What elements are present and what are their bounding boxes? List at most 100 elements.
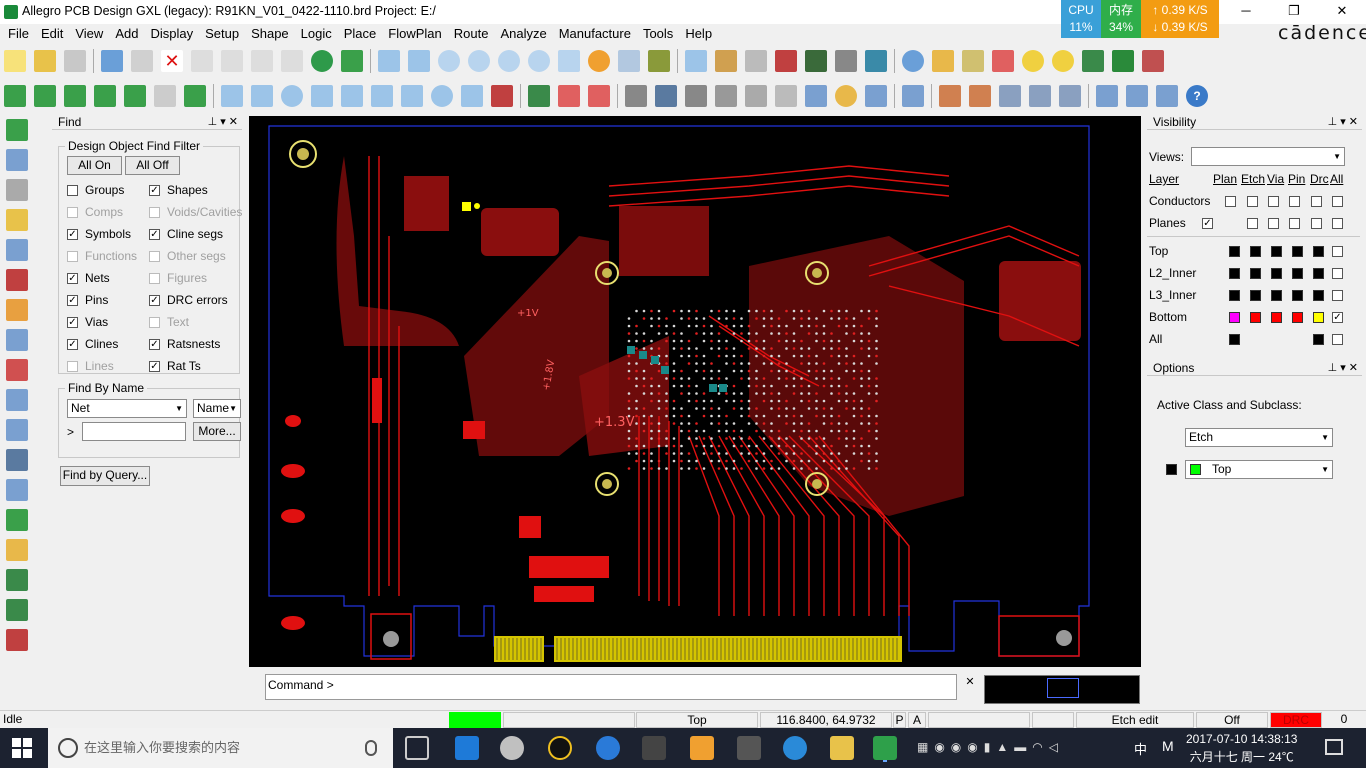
ruler-123-icon[interactable] [962,50,984,72]
grid-icon[interactable] [685,50,707,72]
views-select[interactable] [1191,147,1345,166]
zoom-world-icon[interactable] [558,50,580,72]
color-icon[interactable] [715,50,737,72]
maximize-button[interactable]: ❐ [1270,0,1318,22]
hide-rats-icon[interactable] [6,629,28,651]
report-icon[interactable] [939,85,961,107]
delay-tune-icon[interactable] [6,239,28,261]
world-view-minimap[interactable] [984,675,1140,704]
layer-1-icon[interactable] [4,85,26,107]
command-input[interactable]: Command > [265,674,957,700]
constraint-manager-icon[interactable] [865,50,887,72]
spread-icon[interactable] [6,329,28,351]
vis-group-checkbox[interactable] [1289,196,1300,207]
find-type-select[interactable]: Net [67,399,187,418]
shadow-mode-icon[interactable] [745,50,767,72]
grid-toggle-icon[interactable] [378,50,400,72]
shape-circle-icon[interactable] [431,85,453,107]
checklist-icon[interactable] [999,85,1021,107]
add-rect-icon[interactable] [251,85,273,107]
taskbar-search-box[interactable]: 在这里输入你要搜索的内容 [48,728,393,768]
layer-6-icon[interactable] [154,85,176,107]
shape-merge-icon[interactable] [461,85,483,107]
vis-group-checkbox[interactable] [1311,218,1322,229]
vis-group-checkbox[interactable] [1332,218,1343,229]
tune-icon[interactable] [6,419,28,441]
layer-visibility-icon[interactable] [775,50,797,72]
windows-start-icon[interactable] [12,738,32,758]
microphone-icon[interactable] [365,740,377,756]
edit-text-icon[interactable] [6,539,28,561]
vis-layer-all-checkbox[interactable] [1332,290,1343,301]
zoom-previous-icon[interactable] [528,50,550,72]
vis-group-checkbox[interactable] [1247,218,1258,229]
task-view-icon[interactable] [405,736,429,760]
vis-layer-color-swatch[interactable] [1229,312,1240,323]
rectangle-icon[interactable] [6,479,28,501]
vis-layer-all-checkbox[interactable] [1332,246,1343,257]
line-icon[interactable] [6,449,28,471]
pin-icon[interactable] [341,50,363,72]
menu-tools[interactable]: Tools [637,25,679,43]
browser-app-icon[interactable] [783,736,807,760]
vis-layer-color-swatch[interactable] [1250,268,1261,279]
edit-task-icon[interactable] [1059,85,1081,107]
edge-browser-icon[interactable] [455,736,479,760]
find-checkbox-shapes[interactable]: ✓ [149,185,160,196]
shape-rect-icon[interactable] [401,85,423,107]
save-icon[interactable] [64,50,86,72]
hourglass-icon[interactable] [1112,50,1134,72]
menu-display[interactable]: Display [144,25,199,43]
status-p-flag[interactable]: P [893,712,906,728]
panel-pin-close[interactable]: ⊥ ▾ ✕ [1328,114,1358,130]
add-line-icon[interactable] [221,85,243,107]
minimap-viewport[interactable] [1047,678,1079,698]
vis-group-checkbox[interactable] [1289,218,1300,229]
vis-layer-color-swatch[interactable] [1250,290,1261,301]
custom-smooth-icon[interactable] [6,269,28,291]
open-folder-icon[interactable] [34,50,56,72]
symbol-icon[interactable] [6,149,28,171]
vis-layer-color-swatch[interactable] [1250,312,1261,323]
file-explorer-icon[interactable] [830,736,854,760]
menu-flowplan[interactable]: FlowPlan [382,25,447,43]
class-select[interactable]: Etch [1185,428,1333,447]
copy-icon[interactable] [131,50,153,72]
menu-analyze[interactable]: Analyze [494,25,552,43]
close-button[interactable]: ✕ [1318,0,1366,22]
find-checkbox-clines[interactable]: ✓ [67,339,78,350]
command-panel-close[interactable]: ✕ [962,675,978,701]
add-circle-icon[interactable] [281,85,303,107]
shape-polygon-icon[interactable] [341,85,363,107]
design-app-icon[interactable] [737,736,761,760]
show-rats-icon[interactable] [6,599,28,621]
vis-group-checkbox[interactable] [1332,196,1343,207]
layer-7-icon[interactable] [184,85,206,107]
find-checkbox-vias[interactable]: ✓ [67,317,78,328]
vis-layer-color-swatch[interactable] [1292,312,1303,323]
check-task-icon[interactable] [1029,85,1051,107]
find-checkbox-ratsnests[interactable]: ✓ [149,339,160,350]
cross-section-icon[interactable] [805,50,827,72]
vis-layer-color-swatch[interactable] [1313,334,1324,345]
light-icon[interactable] [1022,50,1044,72]
vis-layer-color-swatch[interactable] [1313,290,1324,301]
zoom-out-icon[interactable] [498,50,520,72]
flip-design-icon[interactable] [648,50,670,72]
add-connect-icon[interactable] [6,119,28,141]
signal-integrity-icon[interactable] [902,85,924,107]
find-mode-select[interactable]: Name [193,399,241,418]
layer-5-icon[interactable] [124,85,146,107]
system-tray-icons[interactable]: ▦◉◉◉▮▲▬◠◁ [917,740,1157,756]
window-cascade-icon[interactable] [1096,85,1118,107]
move-icon[interactable] [101,50,123,72]
find-checkbox-groups[interactable] [67,185,78,196]
vis-layer-color-swatch[interactable] [1313,312,1324,323]
report-chart-icon[interactable] [1082,50,1104,72]
find-checkbox-symbols[interactable]: ✓ [67,229,78,240]
fix-icon[interactable] [311,50,333,72]
status-a-flag[interactable]: A [908,712,926,728]
film-icon[interactable] [655,85,677,107]
place-icon[interactable] [6,179,28,201]
spreadsheet-icon[interactable] [835,50,857,72]
